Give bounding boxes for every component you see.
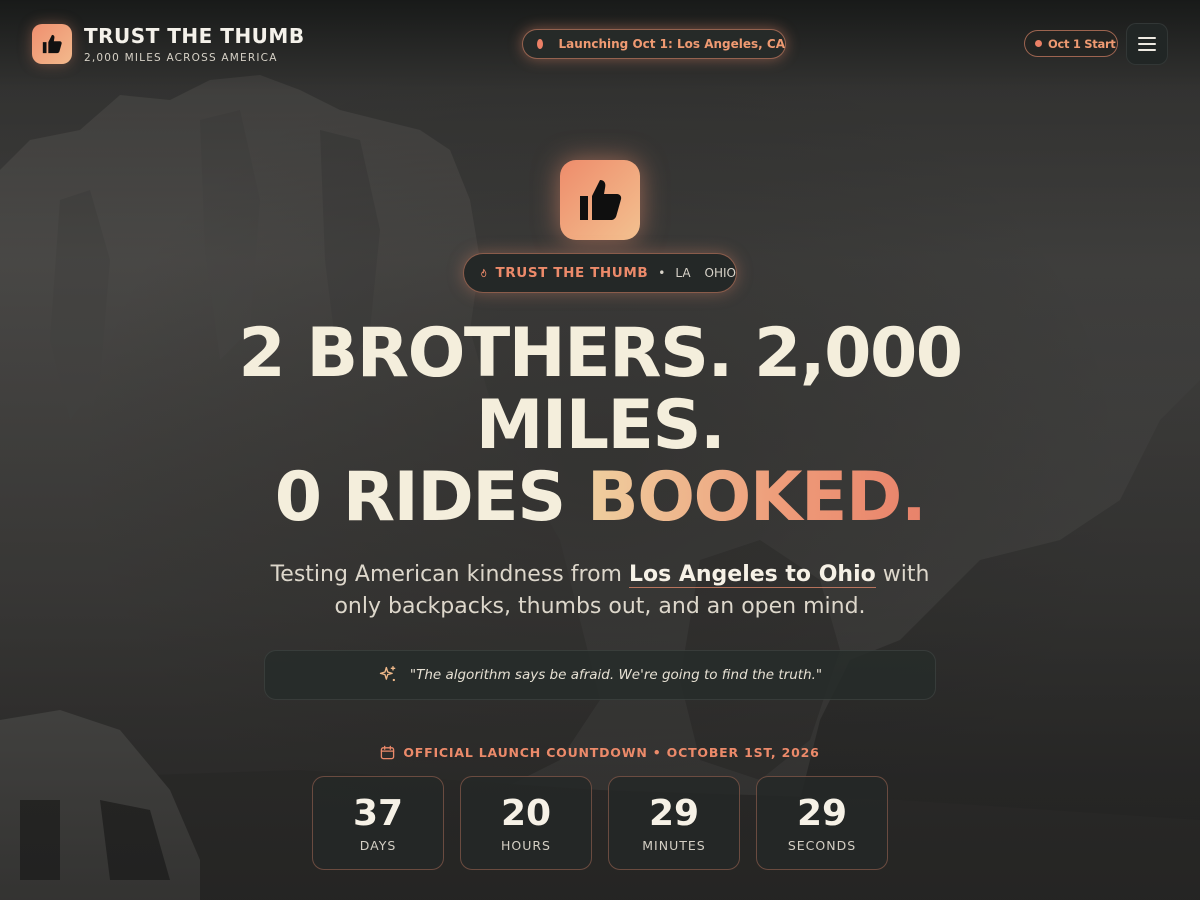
thumbs-up-icon-svg [42,34,62,54]
countdown-seconds: 29 SECONDS [756,776,888,870]
brand[interactable]: TRUST THE THUMB 2,000 MILES ACROSS AMERI… [32,24,305,64]
status-dot [537,39,543,49]
hamburger-menu-icon [1138,37,1156,39]
tag-title: TRUST THE THUMB [495,265,649,281]
route-tag-pill: TRUST THE THUMB • LA OHIO [463,253,737,293]
hero-subtitle: Testing American kindness from Los Angel… [250,559,950,623]
headline-line-2: MILES. [475,386,726,465]
quote-text: "The algorithm says be afraid. We're goi… [409,667,823,683]
brand-title: TRUST THE THUMB [84,23,305,48]
sparkles-icon [379,666,396,682]
countdown-label-text: OFFICIAL LAUNCH COUNTDOWN • OCTOBER 1ST,… [403,745,820,760]
launch-text: Launching Oct 1: Los Angeles, CA [558,37,785,51]
countdown-hours: 20 HOURS [460,776,592,870]
countdown-days: 37 DAYS [312,776,444,870]
site-header: TRUST THE THUMB 2,000 MILES ACROSS AMERI… [0,0,1200,90]
countdown-value: 20 [500,792,552,834]
headline-line-3-accent: BOOKED. [586,458,927,537]
thumbs-up-icon [32,24,72,64]
calendar-icon [381,745,395,760]
hero-headline: 2 BROTHERS. 2,000 MILES. 0 RIDES BOOKED. [0,318,1200,534]
subtitle-route: Los Angeles to Ohio [628,562,876,588]
start-text: Oct 1 Start [1048,36,1116,51]
countdown-unit: SECONDS [787,837,857,853]
countdown-timer: 37 DAYS 20 HOURS 29 MINUTES 29 SECONDS [312,776,888,870]
subtitle-before: Testing American kindness from [270,562,629,587]
countdown-value: 29 [648,792,700,834]
tag-separator: • [658,266,666,280]
status-dot [1035,40,1042,47]
countdown-unit: DAYS [359,837,397,853]
thumbs-up-icon [560,160,640,240]
start-date-badge[interactable]: Oct 1 Start [1024,30,1118,57]
countdown-unit: HOURS [500,837,551,853]
quote-box: "The algorithm says be afraid. We're goi… [264,650,936,700]
hamburger-menu-button[interactable] [1126,23,1168,65]
countdown-value: 29 [796,792,848,834]
countdown-unit: MINUTES [642,837,706,853]
brand-subtitle: 2,000 MILES ACROSS AMERICA [84,51,278,64]
thumbs-up-icon-svg [580,180,622,220]
launch-announcement-pill[interactable]: Launching Oct 1: Los Angeles, CA [522,29,786,59]
headline-line-3: 0 RIDES BOOKED. [0,462,1200,534]
tag-from: LA [675,266,691,280]
tag-to: OHIO [704,266,736,280]
headline-line-1: 2 BROTHERS. 2,000 [238,314,963,393]
headline-line-3-plain: 0 RIDES [274,458,587,537]
countdown-minutes: 29 MINUTES [608,776,740,870]
countdown-label: OFFICIAL LAUNCH COUNTDOWN • OCTOBER 1ST,… [0,745,1200,760]
flame-icon [481,268,487,278]
countdown-value: 37 [352,792,404,834]
